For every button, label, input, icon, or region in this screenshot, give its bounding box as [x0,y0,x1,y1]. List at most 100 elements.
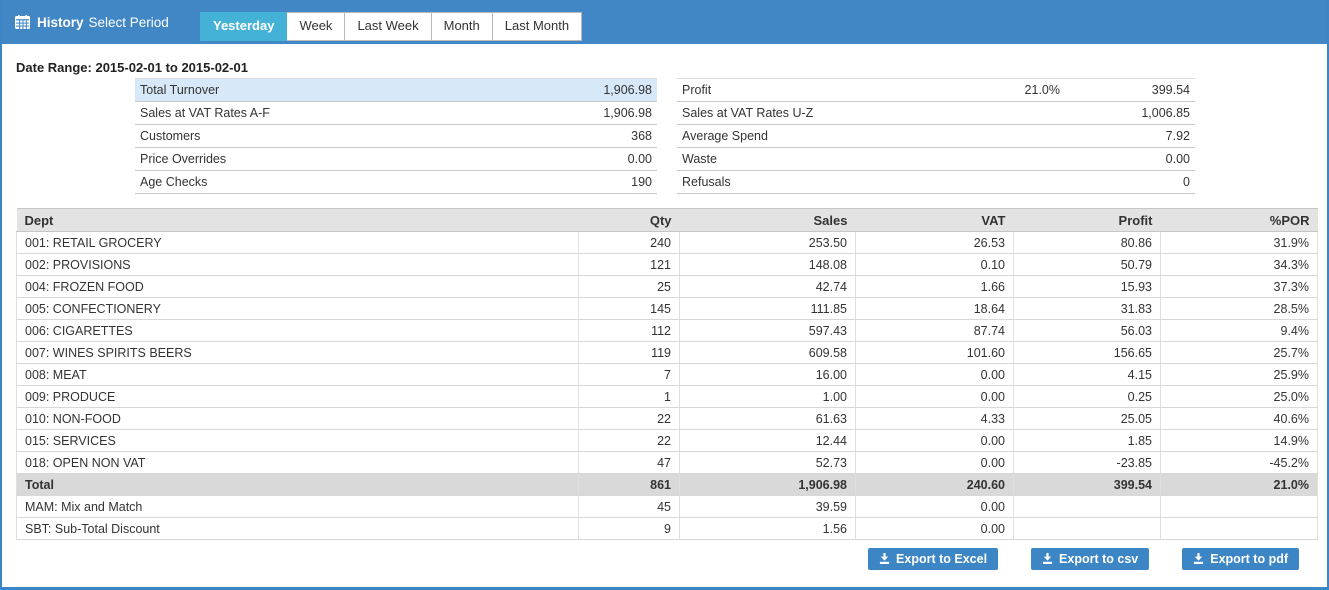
profit-cell: -23.85 [1014,452,1161,474]
download-icon [879,553,890,564]
por-cell: 25.9% [1161,364,1318,386]
dept-cell: Total [17,474,579,496]
period-tab-week[interactable]: Week [287,12,345,41]
export-button-label: Export to csv [1059,552,1138,566]
profit-cell: 31.83 [1014,298,1161,320]
sales-cell: 1.00 [680,386,856,408]
por-cell: 31.9% [1161,232,1318,254]
profit-cell: 399.54 [1014,474,1161,496]
qty-cell: 22 [579,430,680,452]
dept-cell: 001: RETAIL GROCERY [17,232,579,254]
period-tab-yesterday[interactable]: Yesterday [200,12,287,41]
por-cell: 37.3% [1161,276,1318,298]
vat-cell: 1.66 [856,276,1014,298]
summary-row-total-turnover[interactable]: Total Turnover 1,906.98 [135,79,657,102]
qty-cell: 861 [579,474,680,496]
calendar-icon [15,15,30,29]
download-icon [1042,553,1053,564]
sales-cell: 61.63 [680,408,856,430]
table-row: 007: WINES SPIRITS BEERS 119 609.58 101.… [17,342,1318,364]
summary-value: 190 [527,171,657,194]
qty-cell: 119 [579,342,680,364]
report-page: History Select Period Yesterday Week Las… [0,0,1329,590]
por-cell: -45.2% [1161,452,1318,474]
vat-cell: 0.00 [856,364,1014,386]
summary-value: 1,906.98 [527,79,657,102]
summary-table-right: Profit 21.0% 399.54 Sales at VAT Rates U… [677,78,1195,194]
por-cell: 25.0% [1161,386,1318,408]
table-row-mix-and-match: MAM: Mix and Match 45 39.59 0.00 [17,496,1318,518]
profit-cell [1014,496,1161,518]
column-header-sales: Sales [680,209,856,232]
table-row: 004: FROZEN FOOD 25 42.74 1.66 15.93 37.… [17,276,1318,298]
summary-table-left: Total Turnover 1,906.98 Sales at VAT Rat… [135,78,657,194]
table-row: 006: CIGARETTES 112 597.43 87.74 56.03 9… [17,320,1318,342]
table-total-row: Total 861 1,906.98 240.60 399.54 21.0% [17,474,1318,496]
summary-percent [945,125,1065,148]
vat-cell: 18.64 [856,298,1014,320]
summary-percent [945,102,1065,125]
por-cell [1161,518,1318,540]
profit-cell: 1.85 [1014,430,1161,452]
profit-cell: 80.86 [1014,232,1161,254]
dept-cell: 008: MEAT [17,364,579,386]
top-bar: History Select Period Yesterday Week Las… [2,0,1327,44]
sales-cell: 12.44 [680,430,856,452]
summary-row-profit[interactable]: Profit 21.0% 399.54 [677,79,1195,102]
export-to-pdf-button[interactable]: Export to pdf [1182,548,1299,570]
summary-row-sales-vat-af[interactable]: Sales at VAT Rates A-F 1,906.98 [135,102,657,125]
summary-percent [945,171,1065,194]
profit-cell: 25.05 [1014,408,1161,430]
table-row-subtotal-discount: SBT: Sub-Total Discount 9 1.56 0.00 [17,518,1318,540]
table-row: 015: SERVICES 22 12.44 0.00 1.85 14.9% [17,430,1318,452]
summary-row-age-checks[interactable]: Age Checks 190 [135,171,657,194]
export-to-csv-button[interactable]: Export to csv [1031,548,1149,570]
vat-cell: 0.00 [856,518,1014,540]
qty-cell: 121 [579,254,680,276]
profit-cell: 156.65 [1014,342,1161,364]
qty-cell: 25 [579,276,680,298]
qty-cell: 145 [579,298,680,320]
table-row: 009: PRODUCE 1 1.00 0.00 0.25 25.0% [17,386,1318,408]
summary-row-refusals[interactable]: Refusals 0 [677,171,1195,194]
vat-cell: 26.53 [856,232,1014,254]
profit-cell: 4.15 [1014,364,1161,386]
summary-label: Profit [677,79,945,102]
dept-cell: 006: CIGARETTES [17,320,579,342]
summary-label: Waste [677,148,945,171]
table-row: 002: PROVISIONS 121 148.08 0.10 50.79 34… [17,254,1318,276]
summary-value: 0 [1065,171,1195,194]
period-tab-month[interactable]: Month [432,12,493,41]
summary-row-price-overrides[interactable]: Price Overrides 0.00 [135,148,657,171]
summary-value: 7.92 [1065,125,1195,148]
summary-row-customers[interactable]: Customers 368 [135,125,657,148]
summary-value: 1,006.85 [1065,102,1195,125]
profit-cell: 50.79 [1014,254,1161,276]
report-content: Date Range: 2015-02-01 to 2015-02-01 Tot… [2,44,1327,570]
sales-cell: 1.56 [680,518,856,540]
export-to-excel-button[interactable]: Export to Excel [868,548,998,570]
summary-value: 399.54 [1065,79,1195,102]
summary-row-sales-vat-uz[interactable]: Sales at VAT Rates U-Z 1,006.85 [677,102,1195,125]
date-range-label: Date Range: 2015-02-01 to 2015-02-01 [16,44,1313,75]
qty-cell: 45 [579,496,680,518]
period-tab-last-week[interactable]: Last Week [345,12,431,41]
por-cell: 14.9% [1161,430,1318,452]
summary-row-waste[interactable]: Waste 0.00 [677,148,1195,171]
column-header-vat: VAT [856,209,1014,232]
por-cell: 9.4% [1161,320,1318,342]
summary-row-average-spend[interactable]: Average Spend 7.92 [677,125,1195,148]
dept-cell: 015: SERVICES [17,430,579,452]
summary-label: Age Checks [135,171,527,194]
dept-cell: SBT: Sub-Total Discount [17,518,579,540]
page-subtitle: Select Period [89,15,169,30]
dept-cell: MAM: Mix and Match [17,496,579,518]
summary-label: Average Spend [677,125,945,148]
period-tab-last-month[interactable]: Last Month [493,12,582,41]
summary-label: Customers [135,125,527,148]
column-header-qty: Qty [579,209,680,232]
sales-cell: 148.08 [680,254,856,276]
profit-cell [1014,518,1161,540]
vat-cell: 0.00 [856,386,1014,408]
por-cell: 28.5% [1161,298,1318,320]
